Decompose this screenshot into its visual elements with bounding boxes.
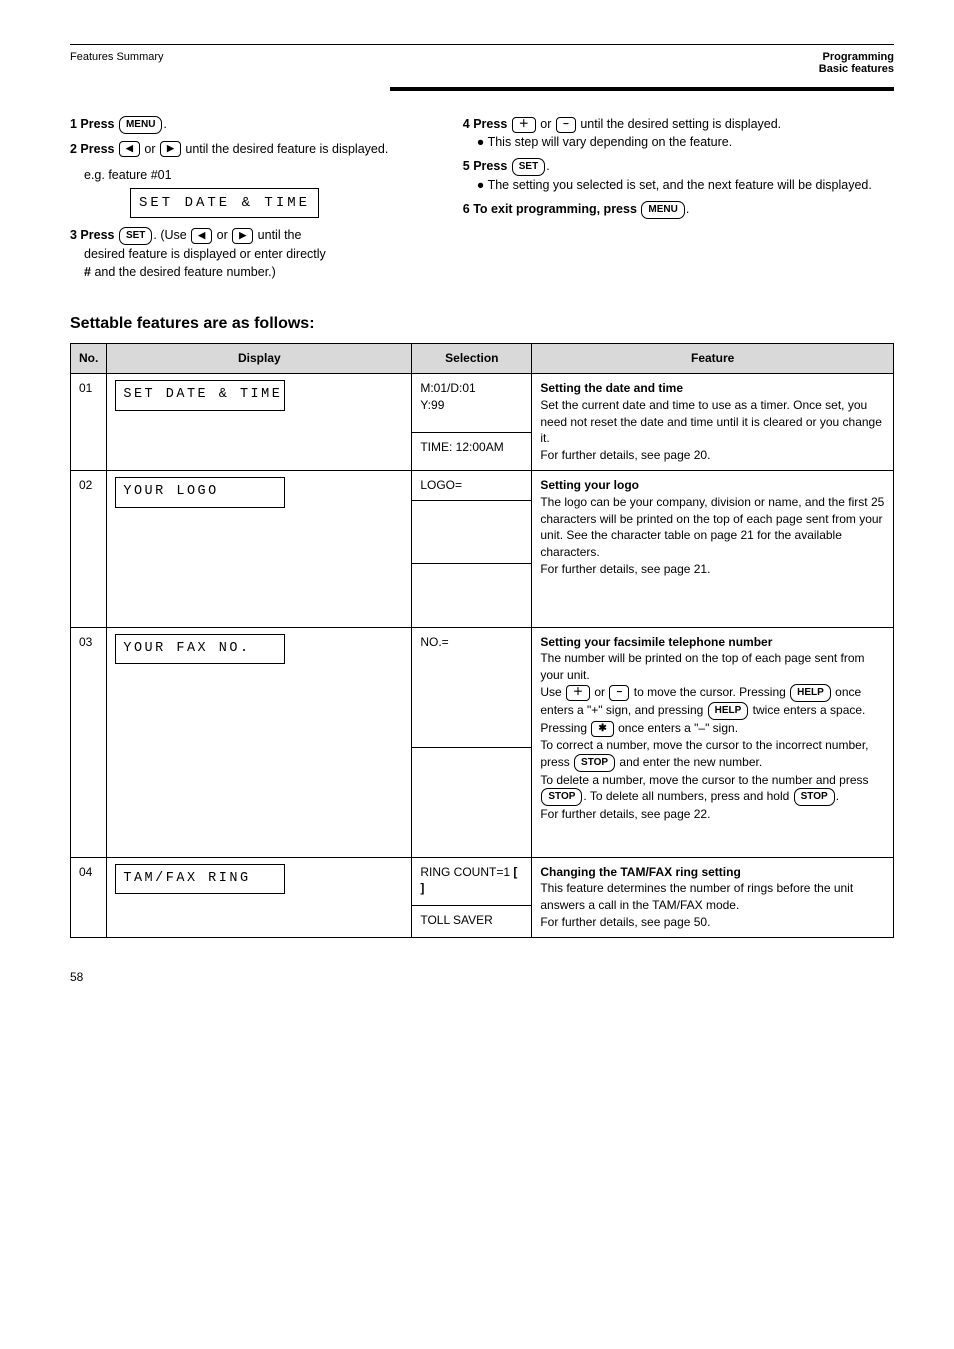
feature-ref: For further details, see page 21. — [540, 562, 710, 576]
intro-step5: 5 Press SET. — [463, 157, 894, 176]
minus-key-icon: − — [609, 685, 629, 701]
intro-step3c: # and the desired feature number.) — [84, 263, 423, 281]
right-arrow-key-icon — [160, 141, 181, 157]
table-row: 03 YOUR FAX NO. NO.= Setting your facsim… — [71, 627, 894, 747]
section-title: Settable features are as follows: — [70, 315, 894, 333]
feature-body: The logo can be your company, division o… — [540, 495, 884, 559]
display-box: YOUR LOGO — [115, 477, 285, 508]
intro-step1: 1 Press MENU. — [70, 115, 423, 134]
intro-step4: 4 Press ＋ or − until the desired setting… — [463, 115, 894, 133]
header-left-title: Features Summary — [70, 51, 164, 63]
intro-step3: 3 Press SET. (Use or until the — [70, 226, 423, 245]
display-box: YOUR FAX NO. — [115, 634, 285, 665]
feature-ref: For further details, see page 22. — [540, 807, 710, 821]
display-box: SET DATE & TIME — [115, 380, 285, 411]
stop-key-icon: STOP — [794, 788, 835, 806]
set-key-icon: SET — [512, 158, 545, 176]
feature-title: Setting your facsimile telephone number — [540, 635, 772, 649]
help-key-icon: HELP — [790, 684, 831, 702]
col-selection: Selection — [412, 344, 532, 374]
intro-step4-note: ● This step will vary depending on the f… — [477, 133, 894, 151]
feature-title: Changing the TAM/FAX ring setting — [540, 865, 740, 879]
page-number: 58 — [70, 970, 894, 984]
intro-display-box: SET DATE & TIME — [130, 188, 319, 218]
feature-body: The number will be printed on the top of… — [540, 651, 864, 682]
table-row: 04 TAM/FAX RING RING COUNT=1 [ ] Changin… — [71, 857, 894, 906]
feature-body: This feature determines the number of ri… — [540, 881, 853, 912]
features-table: No. Display Selection Feature 01 SET DAT… — [70, 343, 894, 938]
intro-step3b: desired feature is displayed or enter di… — [84, 245, 423, 263]
intro-example-label: e.g. feature #01 — [84, 166, 423, 184]
star-key-icon: ✱ — [591, 721, 613, 737]
col-display: Display — [107, 344, 412, 374]
intro-step2: 2 Press or until the desired feature is … — [70, 140, 423, 158]
col-feature: Feature — [532, 344, 894, 374]
help-key-icon: HELP — [708, 702, 749, 720]
intro-step6: 6 To exit programming, press MENU. — [463, 200, 894, 219]
minus-key-icon: − — [556, 117, 576, 133]
display-box: TAM/FAX RING — [115, 864, 285, 895]
right-arrow-key-icon — [232, 228, 253, 244]
feature-title: Setting the date and time — [540, 381, 683, 395]
set-key-icon: SET — [119, 227, 152, 245]
plus-key-icon: ＋ — [566, 685, 590, 701]
stop-key-icon: STOP — [574, 754, 615, 772]
feature-ref: For further details, see page 50. — [540, 915, 710, 929]
menu-key-icon: MENU — [641, 201, 684, 219]
left-arrow-key-icon — [119, 141, 140, 157]
feature-title: Setting your logo — [540, 478, 639, 492]
stop-key-icon: STOP — [541, 788, 582, 806]
intro-step5-note: ● The setting you selected is set, and t… — [477, 176, 894, 194]
left-arrow-key-icon — [191, 228, 212, 244]
menu-key-icon: MENU — [119, 116, 162, 134]
feature-ref: For further details, see page 20. — [540, 448, 710, 462]
feature-body: Set the current date and time to use as … — [540, 398, 882, 446]
plus-key-icon: ＋ — [512, 117, 536, 133]
header-right-section: Programming — [819, 51, 894, 63]
header-right-table: Basic features — [819, 63, 894, 75]
table-row: 01 SET DATE & TIME M:01/D:01 Y:99 Settin… — [71, 374, 894, 433]
col-no: No. — [71, 344, 107, 374]
table-row: 02 YOUR LOGO LOGO= Setting your logo The… — [71, 470, 894, 500]
